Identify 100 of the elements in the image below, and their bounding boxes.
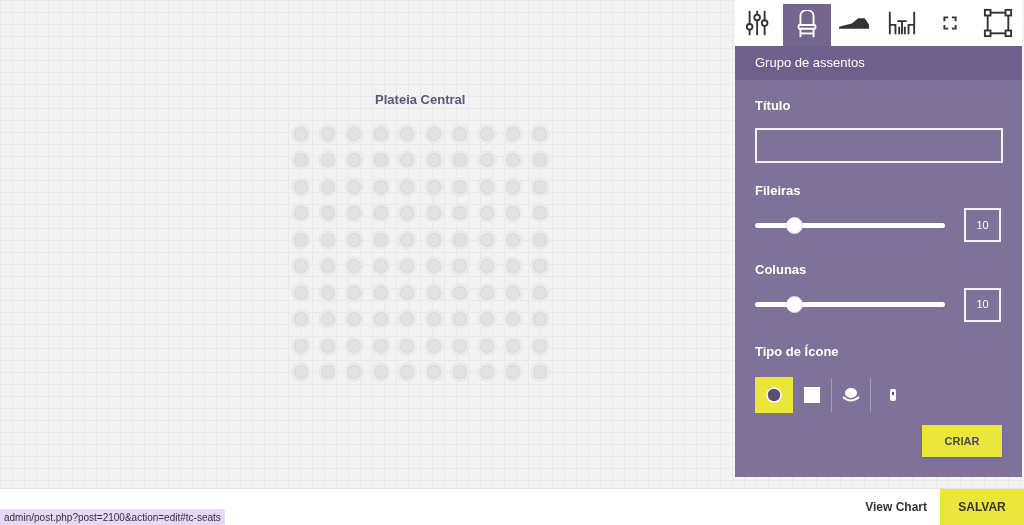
seat-icon[interactable] [370,282,391,303]
seat-icon[interactable] [397,203,417,223]
seat-icon[interactable] [370,150,391,170]
save-button[interactable]: SALVAR [940,488,1024,525]
seat-icon[interactable] [503,282,523,303]
seat-icon[interactable] [317,150,338,170]
seat-icon[interactable] [529,229,550,250]
seat-icon[interactable] [370,309,391,329]
seat-icon[interactable] [529,309,550,329]
seat-icon[interactable] [397,150,417,170]
seat-icon[interactable] [317,203,338,223]
seat-icon[interactable] [317,309,338,329]
seat-icon[interactable] [317,335,338,356]
seat-icon[interactable] [423,362,444,382]
seat-icon[interactable] [529,282,550,303]
seat-icon[interactable] [503,335,523,356]
seat-icon[interactable] [370,362,391,382]
icon-type-option[interactable] [755,377,793,413]
seat-icon[interactable] [423,176,444,197]
seat-icon[interactable] [450,203,470,223]
seat-icon[interactable] [344,176,364,197]
seat-icon[interactable] [423,203,444,223]
seat-icon[interactable] [397,362,417,382]
seat-icon[interactable] [476,362,497,382]
seat-icon[interactable] [476,309,497,329]
seat-icon[interactable] [503,150,523,170]
seat-icon[interactable] [450,256,470,276]
seat-icon[interactable] [476,256,497,276]
seat-icon[interactable] [503,123,523,144]
seat-icon[interactable] [291,123,311,144]
seat-icon[interactable] [529,335,550,356]
create-button[interactable]: CRIAR [922,425,1002,457]
number-field[interactable]: 10 [964,287,1001,322]
seat-icon[interactable] [317,256,338,276]
seat-icon[interactable] [476,123,497,144]
seat-icon[interactable] [317,176,338,197]
seat-icon[interactable] [344,150,364,170]
seat-icon[interactable] [370,229,391,250]
seat-icon[interactable] [529,256,550,276]
number-field[interactable]: 10 [964,208,1001,242]
slider-thumb[interactable] [786,216,804,234]
seat-icon[interactable] [291,176,311,197]
seat-icon[interactable] [344,362,364,382]
seat-icon[interactable] [423,150,444,170]
seat-icon[interactable] [450,123,470,144]
seat-icon[interactable] [423,282,444,303]
seat-icon[interactable] [476,176,497,197]
seat-icon[interactable] [503,256,523,276]
seat-icon[interactable] [450,362,470,382]
seat-icon[interactable] [503,309,523,329]
seat-icon[interactable] [344,123,364,144]
seat-icon[interactable] [344,335,364,356]
seat-icon[interactable] [344,229,364,250]
seat-icon[interactable] [291,362,311,382]
title-input[interactable] [755,127,1003,163]
seat-icon[interactable] [370,123,391,144]
seat-icon[interactable] [397,282,417,303]
seat-icon[interactable] [529,203,550,223]
seat-icon[interactable] [450,309,470,329]
seat-icon[interactable] [450,176,470,197]
seat-icon[interactable] [529,150,550,170]
seat-icon[interactable] [397,123,417,144]
seat-icon[interactable] [423,229,444,250]
seat-icon[interactable] [291,282,311,303]
seat-icon[interactable] [397,309,417,329]
seat-icon[interactable] [423,123,444,144]
seat-icon[interactable] [291,335,311,356]
seat-icon[interactable] [370,256,391,276]
seat-icon[interactable] [291,229,311,250]
seat-icon[interactable] [503,176,523,197]
seat-icon[interactable] [423,256,444,276]
seat-icon[interactable] [476,229,497,250]
seat-icon[interactable] [423,309,444,329]
seat-icon[interactable] [476,335,497,356]
seat-icon[interactable] [344,203,364,223]
seat-icon[interactable] [317,362,338,382]
slider[interactable] [755,216,945,234]
seat-icon[interactable] [397,229,417,250]
seat-icon[interactable] [529,176,550,197]
seat-icon[interactable] [450,282,470,303]
seat-icon[interactable] [503,362,523,382]
seat-icon[interactable] [291,256,311,276]
seat-icon[interactable] [503,229,523,250]
seat-icon[interactable] [344,309,364,329]
view-chart-link[interactable]: View Chart [865,498,927,516]
slider[interactable] [755,296,945,313]
seat-icon[interactable] [291,150,311,170]
seat-icon[interactable] [476,203,497,223]
seat-icon[interactable] [397,335,417,356]
seat-icon[interactable] [344,282,364,303]
seat-icon[interactable] [397,256,417,276]
seat-icon[interactable] [291,309,311,329]
seat-icon[interactable] [291,203,311,223]
seat-icon[interactable] [344,256,364,276]
seat-icon[interactable] [317,123,338,144]
seat-icon[interactable] [476,150,497,170]
seat-icon[interactable] [423,335,444,356]
seat-icon[interactable] [397,176,417,197]
seat-icon[interactable] [370,176,391,197]
seat-icon[interactable] [476,282,497,303]
